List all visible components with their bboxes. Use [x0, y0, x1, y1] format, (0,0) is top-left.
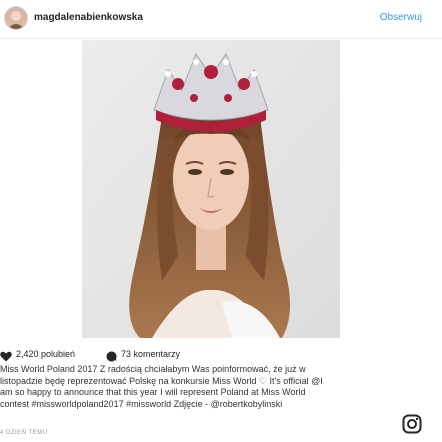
comments-count[interactable]: 73 komentarzy [121, 349, 180, 359]
caption-line: Miss World Poland 2017 Z radością chciał… [0, 364, 306, 374]
username[interactable]: magdalenabienkowska [34, 12, 143, 23]
follow-button[interactable]: Obserwuj [380, 12, 422, 23]
caption-line: listopadzie będę reprezentować Polskę na… [0, 375, 323, 386]
caption-line: am so happy to announce that this year I… [0, 387, 306, 397]
post-actions: 2,420 polubień 73 komentarzy [0, 344, 442, 364]
likes-count[interactable]: 2,420 polubień [16, 349, 75, 359]
avatar-image [5, 7, 27, 29]
avatar[interactable] [4, 6, 28, 30]
post-header: magdalenabienkowska Obserwuj [0, 0, 442, 39]
portrait-image [82, 40, 340, 338]
speech-bubble-icon[interactable] [106, 349, 117, 362]
caption-line: contest #missworldpoland2017 #missworld … [0, 398, 283, 409]
post-date: 4 DZIEŃ TEMU [0, 430, 48, 436]
post-photo[interactable] [82, 40, 340, 338]
instagram-icon[interactable] [402, 414, 422, 434]
heart-icon[interactable] [0, 349, 12, 362]
post-caption: Miss World Poland 2017 Z radością chciał… [0, 364, 392, 410]
